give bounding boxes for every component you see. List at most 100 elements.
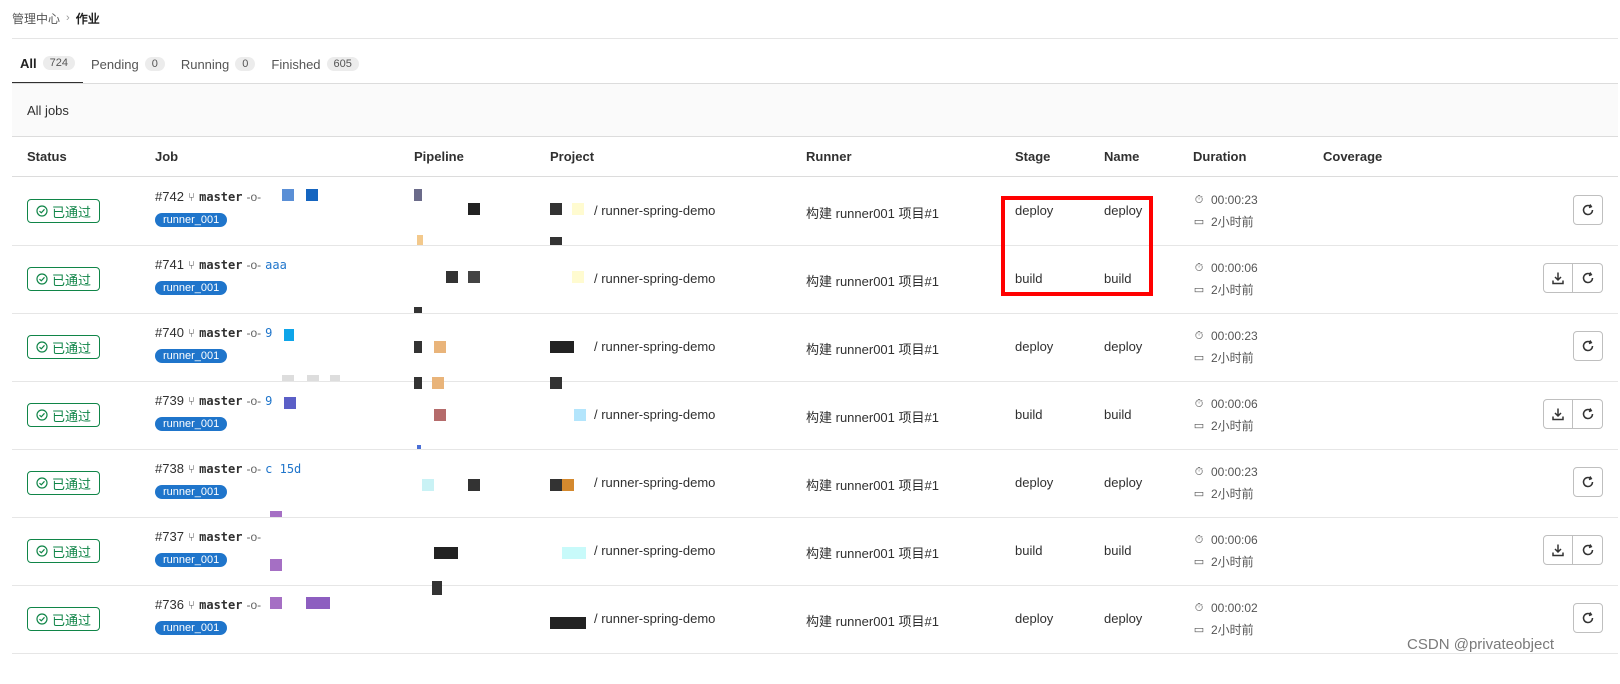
download-artifacts-button[interactable] [1543, 535, 1573, 565]
retry-button[interactable] [1573, 195, 1603, 225]
redacted-block [572, 271, 584, 283]
finished-value: 2小时前 [1211, 419, 1254, 433]
retry-button[interactable] [1573, 603, 1603, 633]
runner-link[interactable]: 构建 runner001 项目#1 [806, 543, 939, 562]
retry-button[interactable] [1573, 535, 1603, 565]
runner-link[interactable]: 构建 runner001 项目#1 [806, 611, 939, 630]
status-badge[interactable]: 已通过 [27, 267, 100, 291]
redacted-block [306, 189, 318, 201]
project-link[interactable]: / runner-spring-demo [594, 203, 715, 218]
branch-link[interactable]: master [199, 530, 242, 544]
branch-icon: ⑂ [187, 325, 196, 340]
status-badge[interactable]: 已通过 [27, 539, 100, 563]
project-link[interactable]: / runner-spring-demo [594, 611, 715, 626]
tab-label: Running [180, 56, 230, 72]
redacted-block [284, 329, 294, 341]
download-artifacts-button[interactable] [1543, 263, 1573, 293]
redacted-block [574, 409, 586, 421]
timer-icon: ⏱ [1194, 465, 1204, 478]
retry-icon [1582, 204, 1594, 216]
row-actions [1573, 467, 1603, 497]
retry-icon [1582, 612, 1594, 624]
status-badge[interactable]: 已通过 [27, 199, 100, 223]
table-row: 已通过 #738 ⑂ master -o- c 15d runner_001 /… [12, 449, 1618, 518]
runner-link[interactable]: 构建 runner001 项目#1 [806, 203, 939, 222]
job-name-value: build [1104, 407, 1132, 422]
retry-button[interactable] [1573, 467, 1603, 497]
status-badge[interactable]: 已通过 [27, 335, 100, 359]
redacted-block [432, 377, 444, 389]
row-actions [1573, 603, 1603, 633]
download-artifacts-button[interactable] [1543, 399, 1573, 429]
retry-icon [1582, 544, 1593, 556]
runner-link[interactable]: 构建 runner001 项目#1 [806, 407, 939, 426]
job-id-link[interactable]: #740 [155, 325, 184, 340]
job-id-link[interactable]: #736 [155, 597, 184, 612]
calendar-icon: ▭ [1193, 624, 1205, 636]
runner-tag: runner_001 [155, 213, 228, 227]
job-id-link[interactable]: #741 [155, 257, 184, 272]
project-link[interactable]: / runner-spring-demo [594, 475, 715, 490]
tab-pending[interactable]: Pending 0 [83, 44, 173, 84]
duration: ⏱ 00:00:23 [1193, 193, 1258, 207]
commit-icon: -o- [246, 189, 262, 204]
table-row: 已通过 #739 ⑂ master -o- 9 runner_001 / run… [12, 377, 1618, 450]
tab-count-badge: 605 [326, 57, 359, 71]
project-link[interactable]: / runner-spring-demo [594, 543, 715, 558]
table-row: 已通过 #736 ⑂ master -o- runner_001 / runne… [12, 585, 1618, 654]
job-name-value: deploy [1104, 611, 1143, 626]
project-link[interactable]: / runner-spring-demo [594, 407, 715, 422]
runner-link[interactable]: 构建 runner001 项目#1 [806, 271, 939, 290]
job-id-link[interactable]: #738 [155, 461, 184, 476]
duration: ⏱ 00:00:23 [1193, 465, 1258, 479]
redacted-block [562, 547, 586, 559]
status-badge[interactable]: 已通过 [27, 403, 100, 427]
retry-button[interactable] [1573, 263, 1603, 293]
tab-running[interactable]: Running 0 [173, 44, 264, 84]
timer-icon: ⏱ [1194, 533, 1204, 546]
commit-sha-link[interactable]: c 15d [265, 462, 301, 476]
download-icon [1552, 544, 1564, 557]
retry-button[interactable] [1573, 331, 1603, 361]
job-id-link[interactable]: #739 [155, 393, 184, 408]
check-circle-icon [36, 341, 48, 353]
runner-link[interactable]: 构建 runner001 项目#1 [806, 475, 939, 494]
status-label: 已通过 [51, 204, 91, 220]
runner-tag: runner_001 [155, 281, 228, 295]
tab-finished[interactable]: Finished 605 [263, 44, 367, 84]
status-badge[interactable]: 已通过 [27, 471, 100, 495]
project-link[interactable]: / runner-spring-demo [594, 339, 715, 354]
branch-icon: ⑂ [187, 597, 196, 612]
runner-link[interactable]: 构建 runner001 项目#1 [806, 339, 939, 358]
redacted-block [468, 203, 480, 215]
commit-sha-link[interactable]: 9 [265, 326, 272, 340]
branch-link[interactable]: master [199, 394, 242, 408]
row-actions [1543, 263, 1603, 293]
job-id-link[interactable]: #742 [155, 189, 184, 204]
tab-label: All [20, 55, 37, 71]
commit-sha-link[interactable]: aaa [265, 258, 287, 272]
branch-icon: ⑂ [187, 529, 196, 544]
status-badge[interactable]: 已通过 [27, 607, 100, 631]
commit-icon: -o- [246, 529, 262, 544]
timer-icon: ⏱ [1194, 397, 1204, 410]
runner-tag: runner_001 [155, 349, 228, 363]
retry-button[interactable] [1573, 399, 1603, 429]
job-id-link[interactable]: #737 [155, 529, 184, 544]
finished-time: ▭ 2小时前 [1193, 213, 1254, 230]
tab-all[interactable]: All 724 [12, 44, 83, 84]
project-link[interactable]: / runner-spring-demo [594, 271, 715, 286]
branch-link[interactable]: master [199, 462, 242, 476]
branch-link[interactable]: master [199, 598, 242, 612]
branch-link[interactable]: master [199, 190, 242, 204]
finished-time: ▭ 2小时前 [1193, 417, 1254, 434]
commit-sha-link[interactable]: 9 [265, 394, 272, 408]
breadcrumb-admin-link[interactable]: 管理中心 [12, 10, 60, 27]
table-row: 已通过 #742 ⑂ master -o- runner_001 / runne… [12, 177, 1618, 246]
redacted-block [284, 397, 296, 409]
redacted-block [434, 341, 446, 353]
calendar-icon: ▭ [1193, 420, 1205, 432]
check-circle-icon [36, 273, 48, 285]
branch-link[interactable]: master [199, 326, 242, 340]
branch-link[interactable]: master [199, 258, 242, 272]
